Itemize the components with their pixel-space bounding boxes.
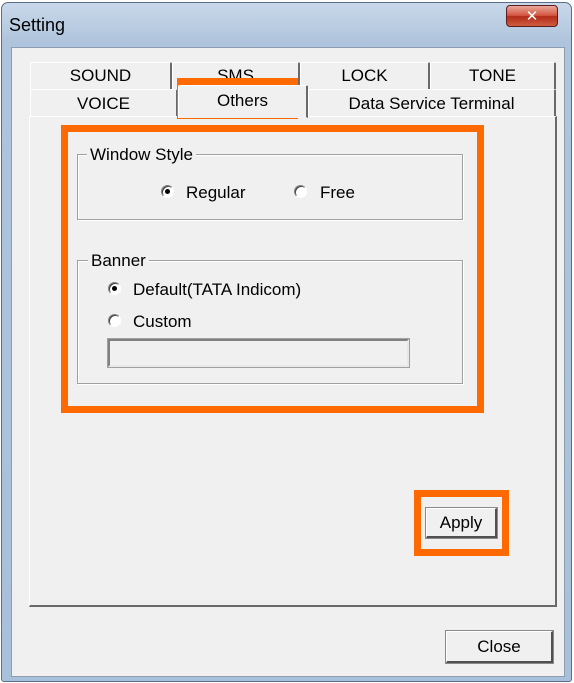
close-button[interactable]: Close	[446, 631, 553, 663]
tab-label: LOCK	[341, 66, 388, 85]
tab-tone[interactable]: TONE	[430, 62, 556, 89]
tab-sound[interactable]: SOUND	[30, 62, 172, 89]
tab-data-service-terminal[interactable]: Data Service Terminal	[308, 89, 556, 117]
tab-label: VOICE	[77, 94, 130, 113]
window-title: Setting	[9, 15, 66, 35]
tab-lock[interactable]: LOCK	[300, 62, 430, 89]
tab-label: SOUND	[69, 66, 132, 85]
window-close-icon[interactable]: ✕	[506, 5, 558, 27]
tab-label: Others	[216, 91, 269, 110]
tab-voice[interactable]: VOICE	[30, 89, 178, 117]
tab-label: Data Service Terminal	[348, 94, 515, 113]
apply-button-highlight	[414, 490, 509, 556]
tab-label: TONE	[469, 66, 516, 85]
tab-others[interactable]: Others	[178, 85, 308, 118]
settings-area-highlight	[61, 125, 484, 413]
